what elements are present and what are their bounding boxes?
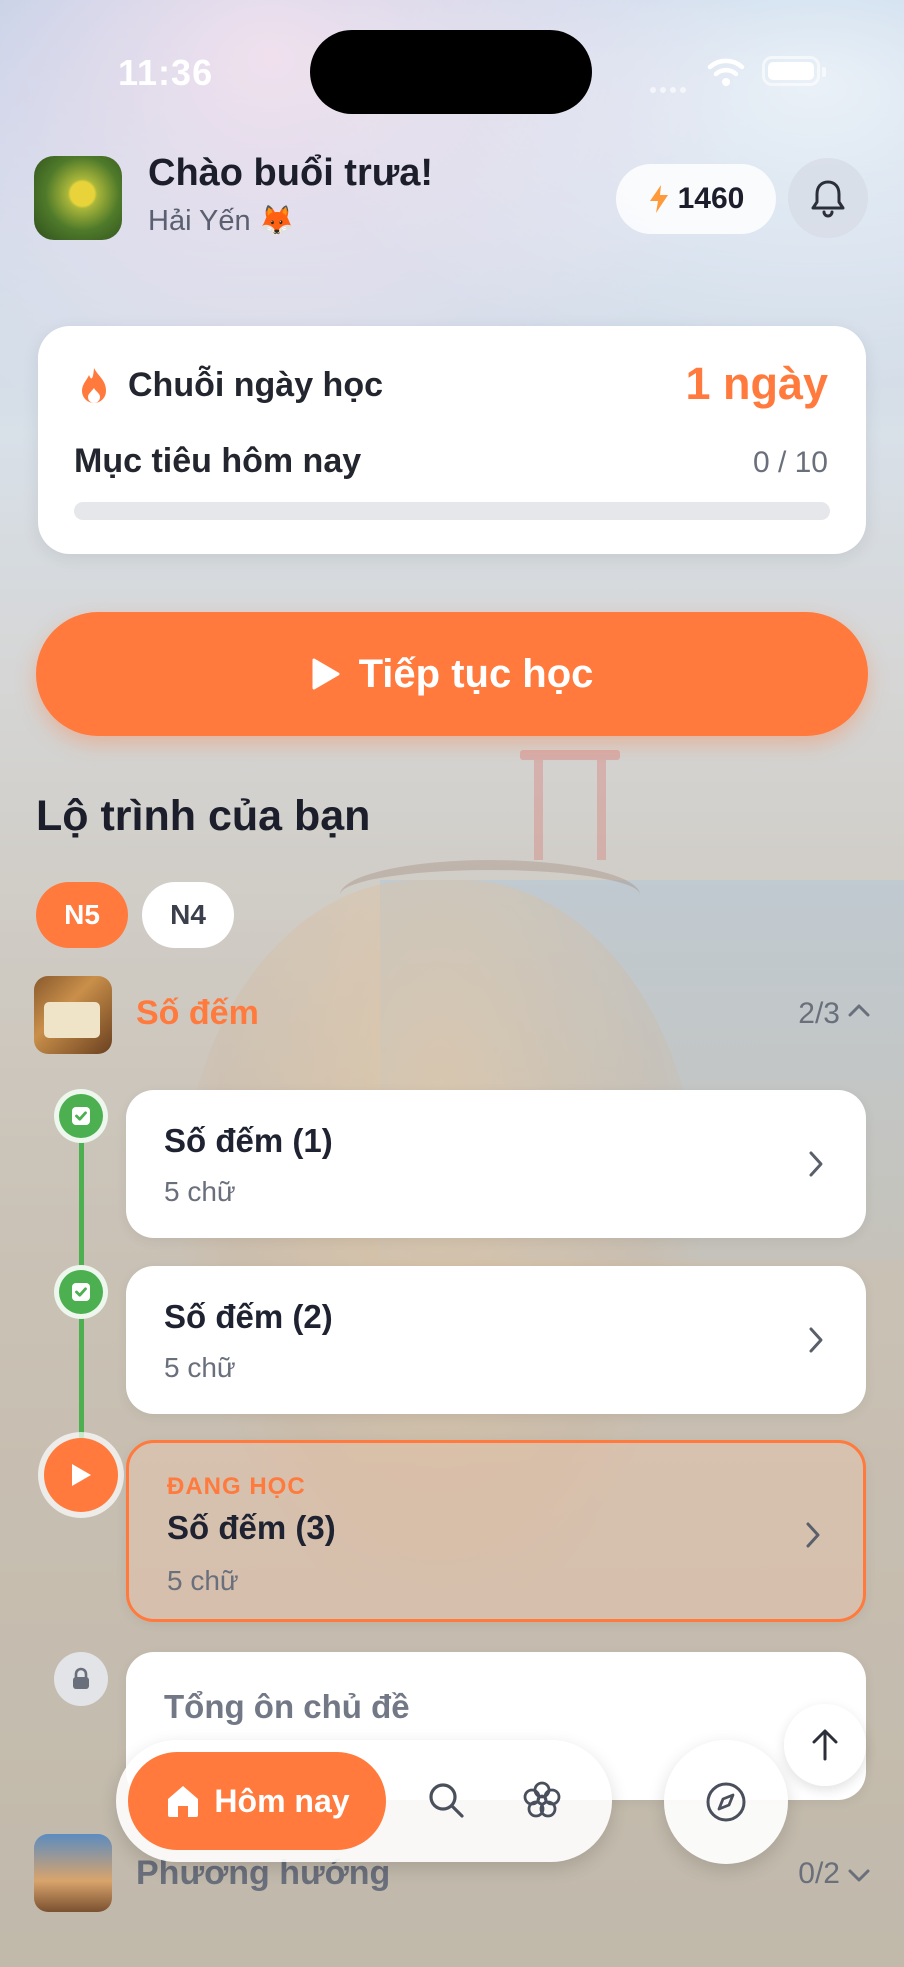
chevron-right-icon (809, 1151, 823, 1177)
compass-icon (706, 1782, 746, 1822)
lesson-subtitle: 5 chữ (167, 1565, 239, 1596)
topic-thumbnail (34, 976, 112, 1054)
daily-goal-value: 0 / 10 (752, 446, 828, 479)
streak-card: Chuỗi ngày học 1 ngày Mục tiêu hôm nay 0… (38, 326, 866, 554)
level-tab-n4[interactable]: N4 (142, 882, 234, 948)
flower-icon (523, 1781, 561, 1818)
streak-value: 1 ngày (685, 358, 828, 409)
lesson-title: Số đếm (3) (167, 1509, 336, 1546)
lesson-done-marker (54, 1265, 108, 1319)
tab-home[interactable]: Hôm nay (128, 1752, 386, 1850)
flame-icon (82, 368, 106, 403)
avatar[interactable] (34, 156, 122, 240)
lesson-title: Số đếm (1) (164, 1122, 333, 1159)
lesson-locked-marker (54, 1652, 108, 1706)
greeting-title: Chào buổi trưa! (148, 152, 434, 194)
streak-label: Chuỗi ngày học (128, 366, 383, 404)
home-icon (168, 1786, 199, 1817)
continue-learning-label: Tiếp tục học (358, 651, 594, 696)
points-value: 1460 (677, 182, 745, 215)
chevron-right-icon (809, 1327, 823, 1353)
status-time: 11:36 (118, 52, 214, 93)
chevron-down-icon[interactable] (846, 1862, 872, 1888)
lesson-card[interactable]: Số đếm (2) 5 chữ (126, 1266, 866, 1414)
bottom-tab-bar: Hôm nay (116, 1740, 612, 1862)
topic-progress: 2/3 (798, 997, 840, 1030)
tab-home-label: Hôm nay (214, 1782, 350, 1819)
play-icon (72, 1464, 91, 1486)
lesson-card-current[interactable]: ĐANG HỌC Số đếm (3) 5 chữ (126, 1440, 866, 1622)
points-badge[interactable]: 1460 (616, 164, 776, 234)
lesson-title: Tổng ôn chủ đề (164, 1688, 410, 1725)
topic-name[interactable]: Số đếm (136, 994, 259, 1033)
bell-icon (811, 180, 845, 218)
tab-flashcards[interactable] (512, 1770, 572, 1830)
username: Hải Yến 🦊 (148, 205, 295, 237)
continue-learning-button[interactable]: Tiếp tục học (36, 612, 868, 736)
chevron-right-icon (806, 1522, 820, 1548)
tab-search[interactable] (416, 1770, 476, 1830)
lesson-title: Số đếm (2) (164, 1298, 333, 1335)
play-icon (312, 658, 340, 690)
checkbox-checked-icon (72, 1107, 90, 1125)
explore-button[interactable] (664, 1740, 788, 1864)
lesson-subtitle: 5 chữ (164, 1176, 236, 1207)
lesson-done-marker (54, 1089, 108, 1143)
checkbox-checked-icon (72, 1283, 90, 1301)
arrow-up-icon (812, 1729, 838, 1761)
battery-icon (762, 56, 826, 86)
current-lesson-tag: ĐANG HỌC (167, 1473, 306, 1500)
topic-thumbnail (34, 1834, 112, 1912)
daily-goal-label: Mục tiêu hôm nay (74, 442, 362, 480)
lesson-card[interactable]: Số đếm (1) 5 chữ (126, 1090, 866, 1238)
notification-bell-button[interactable] (788, 158, 868, 238)
lesson-subtitle: 5 chữ (164, 1352, 236, 1383)
lock-icon (73, 1667, 89, 1689)
scroll-to-top-button[interactable] (784, 1704, 866, 1786)
lesson-current-marker[interactable] (44, 1438, 118, 1512)
roadmap-title: Lộ trình của bạn (36, 792, 371, 840)
wifi-icon (706, 56, 746, 88)
topic-progress: 0/2 (798, 1857, 840, 1890)
chevron-up-icon[interactable] (846, 998, 872, 1024)
lightning-icon (649, 185, 668, 213)
cellular-signal-icon (650, 80, 690, 93)
level-tab-n5[interactable]: N5 (36, 882, 128, 948)
daily-goal-progress-bar (74, 502, 830, 520)
search-icon (429, 1783, 464, 1818)
dynamic-island (310, 30, 592, 114)
